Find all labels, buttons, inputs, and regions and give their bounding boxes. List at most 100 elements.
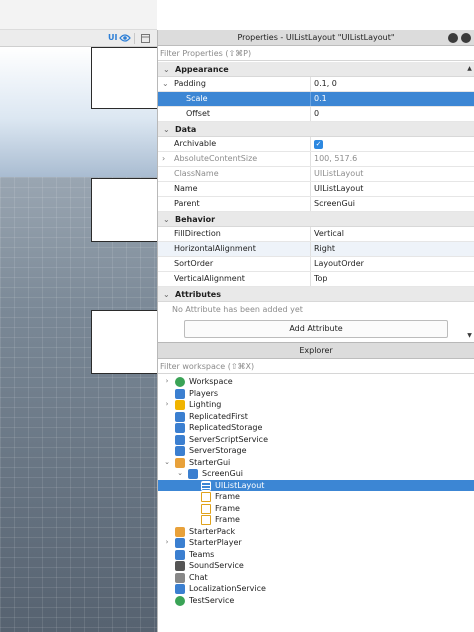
prop-value[interactable]: Vertical	[314, 227, 464, 241]
tree-item[interactable]: ReplicatedStorage	[158, 422, 474, 434]
prop-name: HorizontalAlignment	[174, 242, 311, 256]
prop-value[interactable]: UIListLayout	[314, 182, 464, 196]
prop-value[interactable]: Right	[314, 242, 464, 256]
tree-item[interactable]: ServerScriptService	[158, 434, 474, 446]
prop-value: 100, 517.6	[314, 154, 358, 163]
tree-item[interactable]: ReplicatedFirst	[158, 411, 474, 423]
section-data[interactable]: ⌄ Data	[158, 122, 474, 137]
test-service-icon	[175, 595, 185, 606]
replicated-storage-icon	[175, 423, 185, 433]
tree-item[interactable]: LocalizationService	[158, 583, 474, 595]
prop-row-offset[interactable]: Offset 0	[158, 107, 474, 122]
chevron-right-icon[interactable]: ›	[163, 399, 171, 411]
chevron-down-icon[interactable]: ⌄	[163, 457, 171, 469]
tree-item[interactable]: Chat	[158, 572, 474, 584]
tree-item[interactable]: UIListLayout	[158, 479, 474, 491]
tree-item-label: StarterPlayer	[189, 538, 242, 547]
viewport-toolbar: UI	[0, 30, 157, 47]
gui-frame-3[interactable]	[91, 310, 157, 374]
tree-item[interactable]: StarterPack	[158, 526, 474, 538]
prop-value[interactable]: 0.1, 0	[314, 77, 464, 91]
game-viewport[interactable]: UI	[0, 0, 157, 632]
section-appearance[interactable]: ⌄ Appearance	[158, 62, 474, 77]
ui-toggle-label[interactable]: UI	[108, 33, 117, 42]
chevron-right-icon[interactable]: ›	[163, 376, 171, 388]
prop-row-vertical-alignment[interactable]: VerticalAlignment Top	[158, 272, 474, 287]
prop-name: Name	[174, 182, 311, 196]
tree-item-label: ReplicatedFirst	[189, 411, 248, 421]
gui-frame-1[interactable]	[91, 47, 157, 109]
frame-icon	[201, 515, 211, 525]
prop-row-sort-order[interactable]: SortOrder LayoutOrder	[158, 257, 474, 272]
tree-item[interactable]: Frame	[158, 503, 474, 515]
tree-item[interactable]: ⌄ ScreenGui	[158, 468, 474, 480]
prop-value[interactable]: LayoutOrder	[314, 257, 464, 271]
tree-item[interactable]: › StarterPlayer	[158, 537, 474, 549]
tree-item[interactable]: ServerStorage	[158, 445, 474, 457]
tree-item[interactable]: › Workspace	[158, 376, 474, 388]
tree-item-label: StarterPack	[189, 526, 236, 536]
prop-row-archivable[interactable]: Archivable ✓	[158, 137, 474, 152]
prop-row-absolute-content-size[interactable]: › AbsoluteContentSize 100, 517.6	[158, 152, 474, 167]
server-storage-icon	[175, 446, 185, 456]
tree-item[interactable]: Frame	[158, 514, 474, 526]
explorer-filter	[158, 359, 474, 374]
players-icon	[175, 388, 185, 399]
prop-name: Parent	[174, 197, 311, 211]
prop-value: ✓	[314, 137, 464, 151]
globe-icon	[175, 377, 185, 387]
prop-row-fill-direction[interactable]: FillDirection Vertical	[158, 227, 474, 242]
prop-value[interactable]: Top	[314, 272, 464, 286]
archivable-checkbox[interactable]: ✓	[314, 140, 323, 149]
teams-icon	[175, 549, 185, 560]
prop-row-scale[interactable]: Scale 0.1	[158, 92, 474, 107]
prop-name: Archivable	[174, 137, 311, 151]
restore-icon[interactable]	[448, 33, 458, 43]
tree-item-label: Chat	[189, 572, 208, 582]
prop-row-name[interactable]: Name UIListLayout	[158, 182, 474, 197]
prop-name: VerticalAlignment	[174, 272, 311, 286]
prop-value[interactable]: ScreenGui	[314, 197, 464, 211]
properties-filter-input[interactable]	[160, 47, 460, 60]
tree-item-label: Frame	[215, 492, 240, 501]
close-icon[interactable]	[461, 33, 471, 43]
section-behavior[interactable]: ⌄ Behavior	[158, 212, 474, 227]
list-layout-icon	[201, 480, 211, 491]
add-attribute-button[interactable]: Add Attribute	[184, 320, 448, 338]
prop-value[interactable]: 0	[314, 107, 464, 121]
tree-item[interactable]: SoundService	[158, 560, 474, 572]
prop-value[interactable]: 0.1	[314, 92, 464, 106]
viewport-scene[interactable]	[0, 47, 157, 632]
chevron-down-icon[interactable]: ⌄	[176, 468, 184, 480]
prop-row-classname[interactable]: ClassName UIListLayout	[158, 167, 474, 182]
scroll-up-arrow-icon[interactable]: ▲	[465, 64, 474, 73]
section-attributes[interactable]: ⌄ Attributes	[158, 287, 474, 302]
screen-gui-icon	[188, 469, 198, 479]
tree-item[interactable]: Teams	[158, 549, 474, 561]
tree-item-label: SoundService	[189, 561, 244, 570]
tree-item[interactable]: TestService	[158, 595, 474, 607]
tree-item[interactable]: › Lighting	[158, 399, 474, 411]
eye-icon[interactable]	[119, 33, 131, 43]
tree-item[interactable]: Frame	[158, 491, 474, 503]
chevron-right-icon[interactable]: ›	[162, 152, 165, 166]
frame-icon	[201, 503, 211, 514]
attributes-empty-message: No Attribute has been added yet	[172, 305, 303, 314]
prop-row-padding[interactable]: ⌄ Padding 0.1, 0	[158, 77, 474, 92]
tree-item[interactable]: ⌄ StarterGui	[158, 457, 474, 469]
chevron-down-icon[interactable]: ⌄	[162, 77, 169, 91]
server-script-service-icon	[175, 434, 185, 445]
prop-name: FillDirection	[174, 227, 311, 241]
replicated-first-icon	[175, 411, 185, 422]
prop-row-horizontal-alignment[interactable]: HorizontalAlignment Right	[158, 242, 474, 257]
gui-frame-2[interactable]	[91, 178, 157, 242]
chevron-right-icon[interactable]: ›	[163, 537, 171, 549]
tree-item[interactable]: Players	[158, 388, 474, 400]
prop-value: UIListLayout	[314, 169, 364, 178]
toolbar-divider	[134, 33, 135, 44]
chevron-down-icon: ⌄	[163, 125, 170, 134]
frame-icon[interactable]	[140, 33, 151, 44]
explorer-filter-input[interactable]	[160, 360, 460, 373]
prop-row-parent[interactable]: Parent ScreenGui	[158, 197, 474, 212]
scroll-down-arrow-icon[interactable]: ▼	[465, 331, 474, 340]
